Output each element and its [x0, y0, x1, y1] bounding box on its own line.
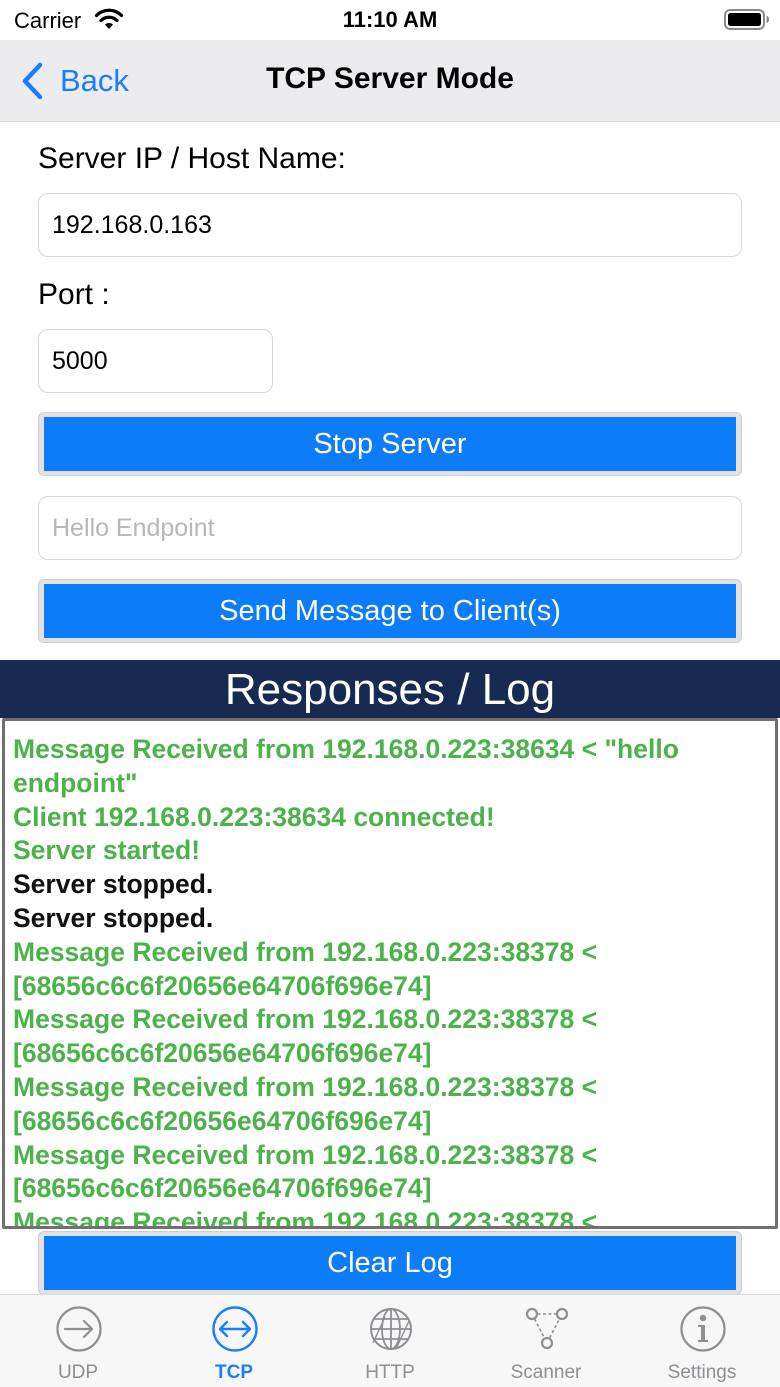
tab-tcp[interactable]: TCP [156, 1295, 312, 1387]
tab-scanner[interactable]: Scanner [468, 1295, 624, 1387]
navigation-bar: Back TCP Server Mode [0, 40, 780, 122]
tab-http[interactable]: HTTP [312, 1295, 468, 1387]
page-title: TCP Server Mode [266, 62, 514, 95]
log-line: Client 192.168.0.223:38634 connected! [13, 801, 495, 832]
clear-log-button[interactable]: Clear Log [44, 1236, 736, 1290]
log-line: Server stopped. [13, 869, 214, 900]
log-line: Message Received from 192.168.0.223:3837… [13, 1071, 598, 1136]
tab-settings[interactable]: Settings [624, 1295, 780, 1387]
log-line: Server stopped. [13, 902, 214, 933]
log-line: Message Received from 192.168.0.223:3837… [13, 936, 598, 1001]
stop-server-button-frame: Stop Server [38, 412, 742, 476]
globe-icon [370, 1308, 412, 1350]
log-line: Message Received from 192.168.0.223:3837… [13, 1004, 598, 1069]
status-time: 11:10 AM [342, 7, 438, 32]
log-header: Responses / Log [0, 660, 780, 718]
port-label: Port : [38, 278, 110, 311]
log-line: Server started! [13, 835, 201, 866]
tab-settings-label: Settings [667, 1362, 737, 1383]
info-circle-icon [680, 1306, 726, 1352]
tab-udp[interactable]: UDP [0, 1295, 156, 1387]
stop-server-button[interactable]: Stop Server [44, 417, 736, 471]
send-message-button-frame: Send Message to Client(s) [38, 579, 742, 643]
tab-scanner-label: Scanner [510, 1362, 582, 1383]
arrow-right-circle-icon [56, 1306, 102, 1352]
log-line: Message Received from 192.168.0.223:3837… [13, 1139, 598, 1204]
tab-bar: UDP TCP HTTP Scanner Settings [0, 1294, 780, 1387]
battery-icon [724, 9, 769, 30]
clear-log-button-frame: Clear Log [38, 1231, 742, 1295]
send-message-button[interactable]: Send Message to Client(s) [44, 584, 736, 638]
server-ip-label: Server IP / Host Name: [38, 142, 346, 175]
log-line: Message Received from 192.168.0.223:3863… [13, 734, 687, 798]
network-nodes-icon [525, 1307, 569, 1350]
log-line: Message Received from 192.168.0.223:3837… [13, 1207, 598, 1229]
arrows-left-right-circle-icon [212, 1306, 258, 1352]
tab-udp-label: UDP [57, 1362, 99, 1383]
tab-http-label: HTTP [365, 1362, 415, 1383]
status-bar: Carrier 11:10 AM [0, 0, 780, 40]
message-input[interactable] [38, 496, 742, 560]
server-ip-input[interactable] [38, 193, 742, 257]
port-input[interactable] [38, 329, 273, 393]
tab-tcp-label: TCP [215, 1362, 253, 1383]
log-text-view[interactable]: Message Received from 192.168.0.223:3863… [2, 718, 778, 1229]
